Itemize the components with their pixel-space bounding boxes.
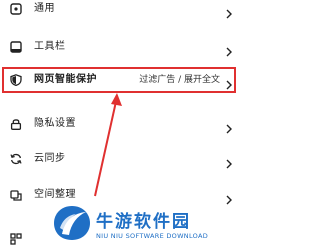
menu-item-web-smart-protection[interactable]: 网页智能保护 过滤广告 / 展开全文 — [0, 63, 240, 97]
watermark-logo — [54, 206, 90, 240]
menu-item-toolbar[interactable]: 工具栏 — [0, 30, 240, 64]
chevron-right-icon — [226, 42, 232, 57]
lock-icon — [10, 118, 22, 130]
storage-icon — [10, 189, 22, 201]
menu-item-general[interactable]: 通用 — [0, 0, 240, 26]
menu-item-label: 隐私设置 — [34, 118, 76, 129]
menu-item-privacy-settings[interactable]: 隐私设置 — [0, 107, 240, 141]
shield-icon — [10, 74, 22, 86]
watermark-subtitle: NIU NIU SOFTWARE DOWNLOAD — [96, 232, 209, 240]
toolbar-icon — [10, 41, 22, 53]
menu-item-label: 网页智能保护 — [34, 74, 97, 85]
menu-item-cloud-sync[interactable]: 云同步 — [0, 142, 240, 176]
menu-item-detail: 过滤广告 / 展开全文 — [139, 75, 220, 85]
general-settings-icon — [10, 3, 22, 15]
menu-item-label: 空间整理 — [34, 189, 76, 200]
sync-icon — [10, 153, 22, 165]
partial-icon — [10, 230, 22, 245]
watermark-title: 牛游软件园 — [96, 212, 191, 232]
chevron-right-icon — [226, 190, 232, 205]
chevron-right-icon — [226, 4, 232, 19]
menu-item-label: 通用 — [34, 3, 55, 14]
chevron-right-icon — [226, 154, 232, 169]
chevron-right-icon — [226, 119, 232, 134]
menu-item-label: 工具栏 — [34, 41, 66, 52]
chevron-right-icon — [226, 75, 232, 90]
menu-item-label: 云同步 — [34, 153, 66, 164]
